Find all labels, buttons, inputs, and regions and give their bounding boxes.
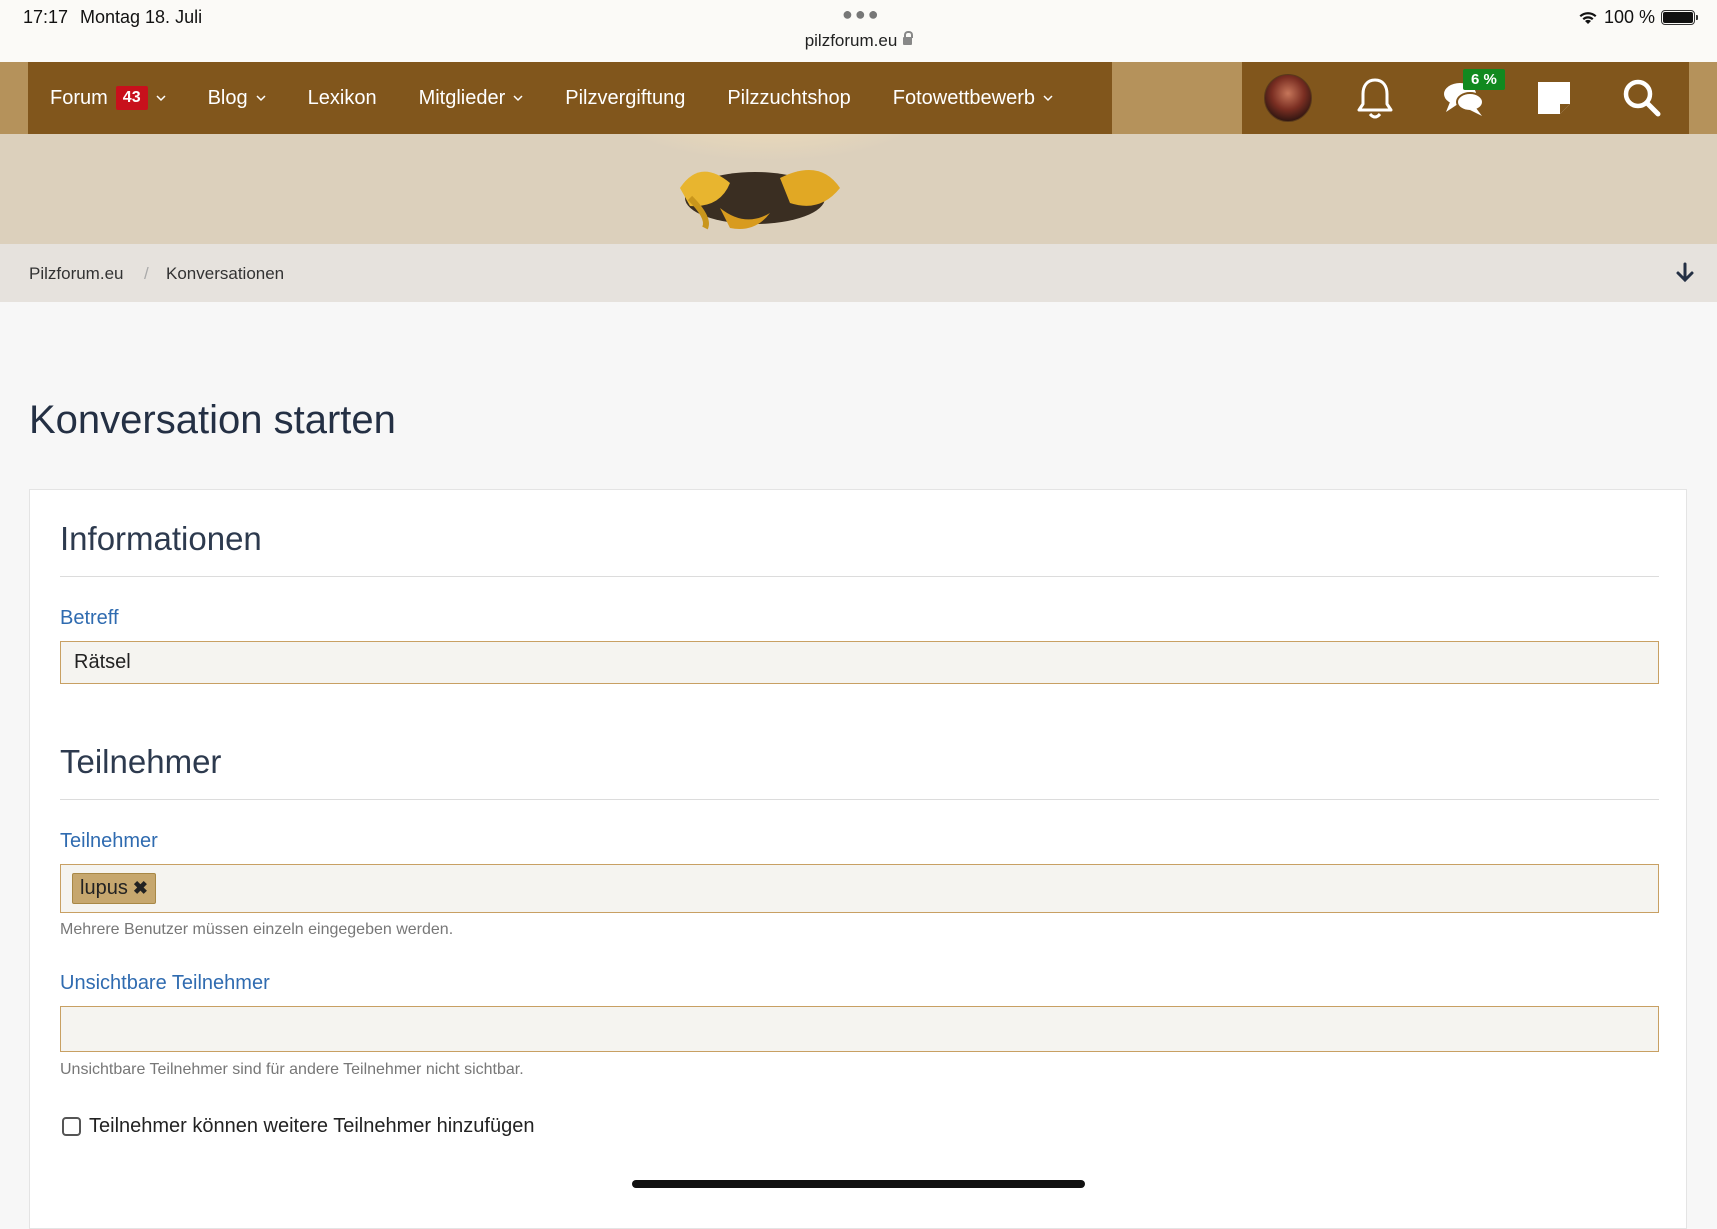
chevron-down-icon xyxy=(513,95,523,102)
conversations-badge: 6 % xyxy=(1463,69,1505,90)
participant-name: lupus xyxy=(80,877,128,899)
nav-item-forum[interactable]: Forum 43 xyxy=(28,62,187,134)
chevron-down-icon xyxy=(156,95,166,102)
subject-input[interactable]: Rätsel xyxy=(60,641,1659,684)
breadcrumb-current[interactable]: Konversationen xyxy=(166,264,284,284)
lock-icon xyxy=(903,31,914,45)
search-icon[interactable] xyxy=(1622,78,1662,118)
allow-add-participants-option[interactable]: Teilnehmer können weitere Teilnehmer hin… xyxy=(62,1115,534,1138)
status-time: 17:17 xyxy=(23,7,69,27)
remove-icon[interactable]: ✖ xyxy=(133,878,148,899)
more-dots-icon[interactable]: ●●● xyxy=(842,4,881,25)
divider xyxy=(60,576,1659,577)
nav-label: Fotowettbewerb xyxy=(892,86,1036,109)
conversation-form: Informationen Betreff Rätsel Teilnehmer … xyxy=(29,489,1687,1229)
nav-menu: Forum 43 Blog Lexikon Mitglieder Pilzver… xyxy=(28,62,1112,134)
nav-label: Mitglieder xyxy=(418,86,506,109)
participants-hint: Mehrere Benutzer müssen einzeln eingegeb… xyxy=(60,921,454,938)
chevron-down-icon xyxy=(1043,95,1053,102)
arrow-down-icon[interactable] xyxy=(1675,262,1695,284)
url-text: pilzforum.eu xyxy=(804,31,898,50)
nav-item-blog[interactable]: Blog xyxy=(187,62,287,134)
nav-item-fotowettbewerb[interactable]: Fotowettbewerb xyxy=(872,62,1074,134)
battery-percent: 100 % xyxy=(1603,7,1655,27)
chevron-down-icon xyxy=(256,95,266,102)
nav-label: Pilzvergiftung xyxy=(565,86,686,109)
battery-icon xyxy=(1661,10,1698,25)
breadcrumb-separator: / xyxy=(144,264,149,283)
nav-item-pilzzuchtshop[interactable]: Pilzzuchtshop xyxy=(706,62,871,134)
invisible-participants-input[interactable] xyxy=(60,1006,1659,1052)
nav-label: Lexikon xyxy=(307,86,377,109)
bell-icon[interactable] xyxy=(1355,76,1395,120)
allow-add-participants-label: Teilnehmer können weitere Teilnehmer hin… xyxy=(89,1115,535,1137)
subject-value: Rätsel xyxy=(74,651,131,673)
participant-token: lupus ✖ xyxy=(72,873,156,904)
nav-item-lexikon[interactable]: Lexikon xyxy=(287,62,398,134)
main-navigation: Forum 43 Blog Lexikon Mitglieder Pilzver… xyxy=(0,62,1717,134)
nav-label: Pilzzuchtshop xyxy=(727,86,851,109)
home-indicator[interactable] xyxy=(632,1180,1085,1188)
subject-label: Betreff xyxy=(60,607,119,629)
nav-label: Forum xyxy=(50,86,108,109)
nav-item-pilzvergiftung[interactable]: Pilzvergiftung xyxy=(544,62,706,134)
section-title-informationen: Informationen xyxy=(60,520,262,557)
page-title: Konversation starten xyxy=(29,398,396,442)
allow-add-participants-checkbox[interactable] xyxy=(62,1117,81,1136)
status-right: 100 % xyxy=(1578,7,1698,28)
participants-label: Teilnehmer xyxy=(60,830,158,852)
invisible-participants-label: Unsichtbare Teilnehmer xyxy=(60,972,270,994)
mushroom-logo-icon xyxy=(680,170,840,230)
nav-item-mitglieder[interactable]: Mitglieder xyxy=(398,62,545,134)
note-icon[interactable] xyxy=(1536,80,1572,116)
address-bar[interactable]: pilzforum.eu xyxy=(0,31,1717,51)
nav-label: Blog xyxy=(207,86,248,109)
wifi-icon xyxy=(1579,11,1597,24)
breadcrumb-home[interactable]: Pilzforum.eu xyxy=(29,264,123,284)
user-nav: 6 % xyxy=(1242,62,1689,134)
divider xyxy=(60,799,1659,800)
status-date: Montag 18. Juli xyxy=(80,7,203,27)
invisible-participants-hint: Unsichtbare Teilnehmer sind für andere T… xyxy=(60,1061,524,1078)
section-title-teilnehmer: Teilnehmer xyxy=(60,743,222,780)
avatar[interactable] xyxy=(1264,74,1312,122)
forum-unread-badge: 43 xyxy=(115,86,148,110)
breadcrumb: Pilzforum.eu / Konversationen xyxy=(0,244,1717,302)
participants-input[interactable]: lupus ✖ xyxy=(60,864,1659,913)
ios-status-bar: 17:17 Montag 18. Juli ●●● pilzforum.eu 1… xyxy=(0,0,1717,62)
